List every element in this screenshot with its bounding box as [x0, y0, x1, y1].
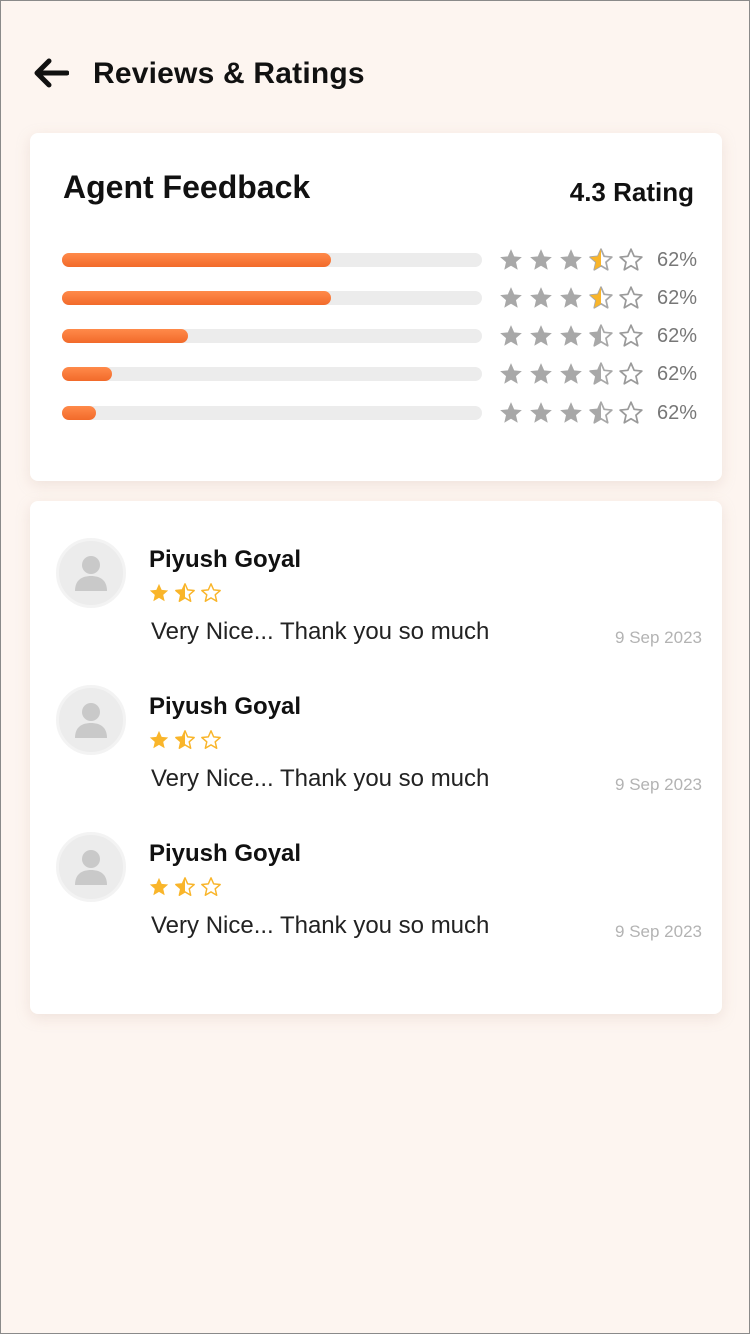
star-rating	[498, 400, 644, 426]
star-empty-icon	[201, 877, 221, 896]
star-half-icon	[589, 286, 613, 309]
back-button[interactable]	[31, 55, 71, 91]
review-date: 9 Sep 2023	[615, 628, 702, 647]
star-half-icon	[175, 730, 195, 749]
star-half-icon	[589, 248, 613, 271]
star-empty-icon	[619, 324, 643, 347]
star-filled-icon	[149, 583, 169, 602]
star-filled-icon	[149, 877, 169, 896]
star-half-icon	[589, 401, 613, 424]
star-filled-icon	[500, 287, 522, 308]
review-item[interactable]: Piyush Goyal Very Nice... Thank you so m…	[30, 538, 722, 658]
rating-bar-fill	[62, 329, 188, 343]
rating-percent: 62%	[656, 402, 697, 424]
star-rating	[498, 285, 644, 311]
star-half-icon	[589, 362, 613, 385]
star-gray-icon	[530, 402, 552, 423]
star-filled-icon	[500, 363, 522, 384]
star-filled-icon	[560, 249, 582, 270]
user-icon	[75, 703, 107, 738]
star-half-icon	[175, 877, 195, 896]
rating-percent: 62%	[656, 325, 697, 347]
reviews-card: Piyush Goyal Very Nice... Thank you so m…	[30, 501, 722, 1014]
rating-distribution-row: 62%	[62, 361, 697, 387]
rating-bar-fill	[62, 406, 96, 420]
star-rating	[148, 729, 222, 751]
review-date: 9 Sep 2023	[615, 775, 702, 794]
reviewer-name: Piyush Goyal	[149, 840, 302, 867]
user-icon	[75, 850, 107, 885]
star-empty-icon	[619, 401, 643, 424]
reviewer-name: Piyush Goyal	[149, 546, 302, 573]
rating-bar-fill	[62, 253, 331, 267]
avatar	[56, 685, 126, 755]
arrow-left-icon	[34, 58, 69, 88]
card-title: Agent Feedback	[63, 169, 311, 205]
star-filled-icon	[500, 325, 522, 346]
review-text: Very Nice... Thank you so much	[151, 618, 490, 645]
rating-bar-track	[62, 329, 482, 343]
star-rating	[498, 361, 644, 387]
star-half-icon	[589, 324, 613, 347]
star-filled-icon	[530, 287, 552, 308]
star-empty-icon	[201, 730, 221, 749]
star-half-icon	[175, 583, 195, 602]
star-rating	[148, 876, 222, 898]
review-item[interactable]: Piyush Goyal Very Nice... Thank you so m…	[30, 685, 722, 805]
star-rating	[498, 247, 644, 273]
rating-bar-track	[62, 291, 482, 305]
rating-bar-fill	[62, 291, 331, 305]
star-gray-icon	[560, 363, 582, 384]
rating-distribution-row: 62%	[62, 247, 697, 273]
avatar	[56, 538, 126, 608]
star-filled-icon	[560, 287, 582, 308]
star-empty-icon	[619, 286, 643, 309]
star-gray-icon	[560, 402, 582, 423]
overall-rating: 4.3 Rating	[569, 177, 694, 207]
user-icon	[75, 556, 107, 591]
star-rating	[148, 582, 222, 604]
star-filled-icon	[530, 325, 552, 346]
review-text: Very Nice... Thank you so much	[151, 912, 490, 939]
rating-bar-track	[62, 406, 482, 420]
star-filled-icon	[500, 249, 522, 270]
rating-bar-fill	[62, 367, 113, 381]
star-empty-icon	[201, 583, 221, 602]
star-filled-icon	[530, 249, 552, 270]
app-header: Reviews & Ratings	[1, 41, 749, 105]
rating-percent: 62%	[656, 249, 697, 271]
rating-percent: 62%	[656, 287, 697, 309]
star-empty-icon	[619, 248, 643, 271]
page-title: Reviews & Ratings	[93, 57, 365, 90]
star-filled-icon	[149, 730, 169, 749]
rating-percent: 62%	[656, 363, 697, 385]
star-gray-icon	[560, 325, 582, 346]
star-rating	[498, 323, 644, 349]
rating-distribution-row: 62%	[62, 285, 697, 311]
star-filled-icon	[530, 363, 552, 384]
rating-distribution-row: 62%	[62, 400, 697, 426]
star-filled-icon	[500, 402, 522, 423]
review-date: 9 Sep 2023	[615, 922, 702, 941]
reviewer-name: Piyush Goyal	[149, 693, 302, 720]
agent-feedback-card: Agent Feedback 4.3 Rating 62% 62% 62% 62…	[30, 133, 722, 481]
avatar	[56, 832, 126, 902]
rating-bar-track	[62, 367, 482, 381]
star-empty-icon	[619, 362, 643, 385]
rating-bar-track	[62, 253, 482, 267]
review-text: Very Nice... Thank you so much	[151, 765, 490, 792]
rating-distribution-row: 62%	[62, 323, 697, 349]
review-item[interactable]: Piyush Goyal Very Nice... Thank you so m…	[30, 832, 722, 952]
